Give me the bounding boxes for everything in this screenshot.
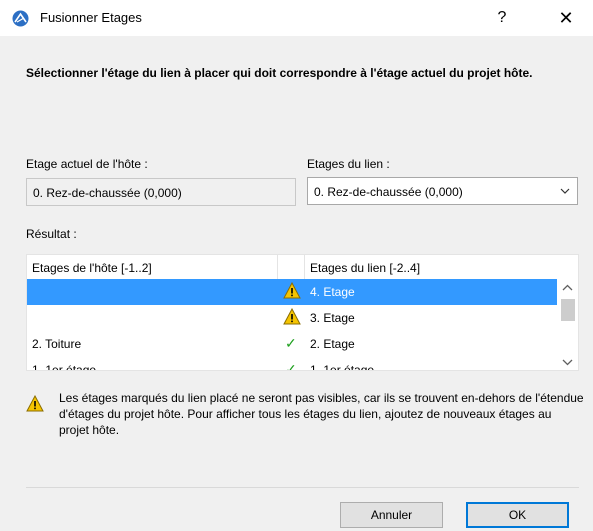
link-story-cell: 3. Etage	[310, 311, 355, 325]
column-header-host[interactable]: Etages de l'hôte [-1..2]	[32, 261, 152, 275]
table-header: Etages de l'hôte [-1..2] Etages du lien …	[27, 255, 557, 280]
column-header-link[interactable]: Etages du lien [-2..4]	[310, 261, 420, 275]
chevron-up-icon[interactable]	[562, 281, 573, 295]
chevron-down-icon	[560, 188, 570, 194]
table-row[interactable]: 2. Toiture ✓ 2. Etage	[27, 331, 557, 357]
table-row[interactable]: 1. 1er étage ✓ 1. 1er étage	[27, 357, 557, 371]
link-story-dropdown[interactable]: 0. Rez-de-chaussée (0,000)	[307, 177, 578, 205]
cancel-button[interactable]: Annuler	[340, 502, 443, 528]
warning-icon	[26, 395, 44, 412]
link-story-cell: 1. 1er étage	[310, 363, 375, 371]
close-button[interactable]: ✕	[546, 5, 586, 31]
host-story-cell: 2. Toiture	[32, 337, 82, 351]
link-story-cell: 4. Etage	[310, 285, 355, 299]
warning-icon	[283, 282, 301, 299]
table-row[interactable]: 4. Etage	[27, 279, 557, 305]
warning-icon	[283, 308, 301, 325]
table-row[interactable]: 3. Etage	[27, 305, 557, 331]
link-story-label: Etages du lien :	[307, 157, 390, 171]
warning-note: Les étages marqués du lien placé ne sero…	[59, 391, 584, 437]
ok-button[interactable]: OK	[466, 502, 569, 528]
chevron-down-icon[interactable]	[562, 355, 573, 369]
host-story-cell: 1. 1er étage	[32, 363, 97, 371]
dialog-body: Sélectionner l'étage du lien à placer qu…	[0, 36, 593, 531]
host-story-field: 0. Rez-de-chaussée (0,000)	[26, 178, 296, 206]
result-label: Résultat :	[26, 227, 77, 241]
help-button[interactable]: ?	[482, 5, 522, 31]
title-bar: Fusionner Etages ? ✕	[0, 0, 593, 36]
divider	[26, 487, 579, 488]
window-title: Fusionner Etages	[40, 10, 142, 25]
table-scrollbar[interactable]	[557, 279, 578, 370]
link-story-cell: 2. Etage	[310, 337, 355, 351]
check-icon: ✓	[285, 335, 297, 351]
scrollbar-thumb[interactable]	[561, 299, 575, 321]
check-icon: ✓	[285, 361, 297, 371]
link-story-selected: 0. Rez-de-chaussée (0,000)	[314, 185, 463, 199]
archicad-app-icon	[12, 10, 29, 27]
result-table: Etages de l'hôte [-1..2] Etages du lien …	[26, 254, 579, 371]
instruction-text: Sélectionner l'étage du lien à placer qu…	[26, 66, 533, 80]
host-story-label: Etage actuel de l'hôte :	[26, 157, 148, 171]
